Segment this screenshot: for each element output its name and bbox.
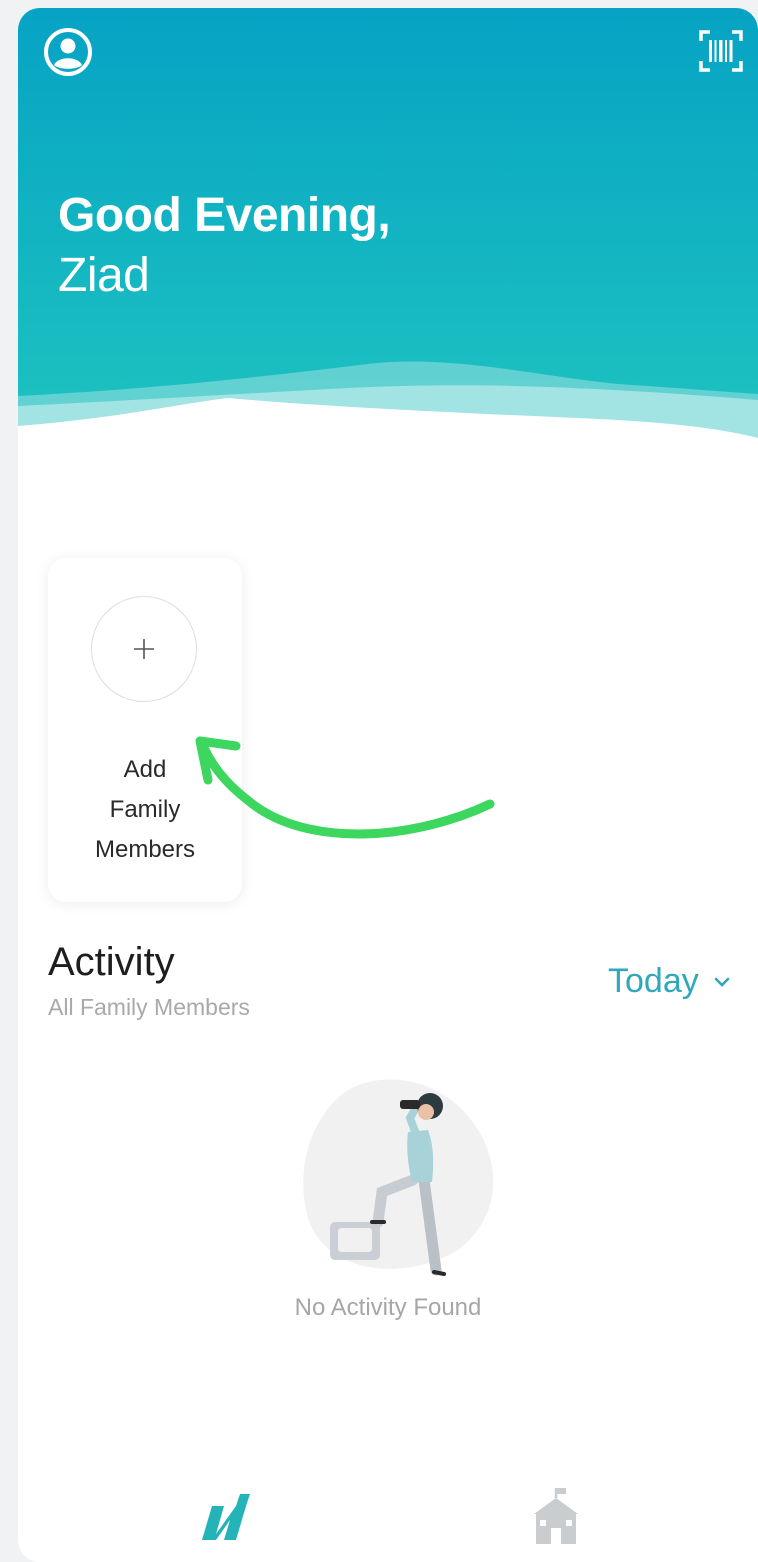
user-name: Ziad: [58, 249, 150, 302]
greeting: Good Evening, Ziad: [58, 186, 391, 306]
app-screen: Good Evening, Ziad Add Family Members Ac…: [18, 8, 758, 1562]
barcode-scan-button[interactable]: [692, 22, 750, 80]
add-family-members-label: Add Family Members: [94, 756, 196, 863]
brand-logo-icon: [202, 1494, 250, 1540]
date-filter-label: Today: [608, 962, 699, 1000]
profile-button[interactable]: [40, 24, 96, 80]
date-filter-dropdown[interactable]: Today: [608, 962, 731, 1001]
activity-subtitle: All Family Members: [48, 994, 250, 1020]
add-family-members-card[interactable]: Add Family Members: [48, 558, 242, 902]
greeting-text: Good Evening,: [58, 189, 391, 242]
empty-state-text: No Activity Found: [294, 1294, 482, 1321]
school-icon: [534, 1488, 578, 1544]
barcode-scan-icon: [699, 30, 743, 72]
nav-school-button[interactable]: [526, 1484, 586, 1548]
add-circle: [91, 596, 197, 702]
chevron-down-icon: [714, 977, 730, 987]
empty-state-illustration: [303, 1079, 494, 1276]
activity-title: Activity: [48, 940, 175, 984]
plus-icon: [134, 639, 154, 659]
nav-home-button[interactable]: [196, 1488, 256, 1548]
user-circle-icon: [44, 28, 92, 76]
